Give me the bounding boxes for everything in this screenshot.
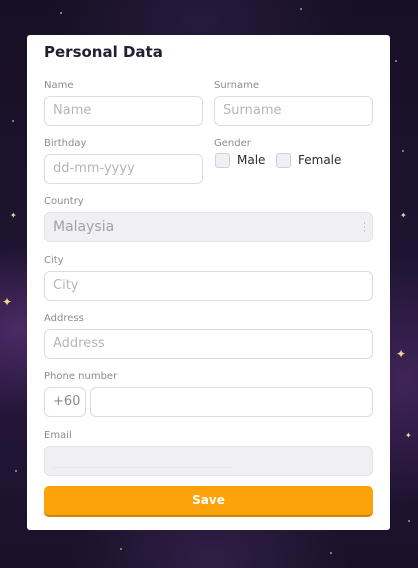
surname-placeholder: Surname <box>223 103 282 118</box>
city-placeholder: City <box>53 278 79 293</box>
star-dot <box>12 120 14 122</box>
gender-female-label[interactable]: Female <box>298 153 341 167</box>
star-dot <box>408 520 410 522</box>
gender-male-label[interactable]: Male <box>237 153 265 167</box>
star-icon: ✦ <box>400 211 407 220</box>
star-dot <box>300 8 302 10</box>
name-placeholder: Name <box>53 103 92 118</box>
city-input[interactable]: City <box>44 271 373 301</box>
address-input[interactable]: Address <box>44 329 373 359</box>
country-select[interactable]: Malaysia · · · <box>44 212 373 242</box>
surname-input[interactable]: Surname <box>214 96 373 126</box>
birthday-input[interactable]: dd-mm-yyyy <box>44 154 203 184</box>
star-dot <box>330 552 332 554</box>
phone-prefix-text: +60 <box>53 394 81 409</box>
star-icon: ✦ <box>2 295 13 309</box>
select-dots-icon: · · · <box>363 219 366 236</box>
save-button[interactable]: Save <box>44 486 373 515</box>
form-title: Personal Data <box>44 43 163 61</box>
country-value: Malaysia <box>53 219 115 235</box>
star-icon: ✦ <box>10 211 17 220</box>
star-icon: ✦ <box>396 347 407 361</box>
star-dot <box>60 12 62 14</box>
country-label: Country <box>44 196 84 207</box>
city-label: City <box>44 255 64 266</box>
name-input[interactable]: Name <box>44 96 203 126</box>
gender-female-checkbox[interactable] <box>276 153 291 168</box>
star-dot <box>402 150 404 152</box>
birthday-label: Birthday <box>44 138 87 149</box>
personal-data-form: Personal Data Name Name Surname Surname … <box>27 35 390 530</box>
phone-prefix[interactable]: +60 <box>44 387 86 417</box>
star-dot <box>395 60 397 62</box>
star-dot <box>120 548 122 550</box>
name-label: Name <box>44 80 74 91</box>
email-input[interactable] <box>44 446 373 476</box>
surname-label: Surname <box>214 80 259 91</box>
birthday-placeholder: dd-mm-yyyy <box>53 161 135 176</box>
email-underline <box>51 467 232 468</box>
gender-label: Gender <box>214 138 251 149</box>
star-dot <box>15 470 17 472</box>
star-icon: ✦ <box>405 431 412 440</box>
gender-male-checkbox[interactable] <box>215 153 230 168</box>
address-placeholder: Address <box>53 336 105 351</box>
address-label: Address <box>44 313 84 324</box>
phone-input[interactable] <box>90 387 373 417</box>
phone-label: Phone number <box>44 371 118 382</box>
email-label: Email <box>44 430 72 441</box>
